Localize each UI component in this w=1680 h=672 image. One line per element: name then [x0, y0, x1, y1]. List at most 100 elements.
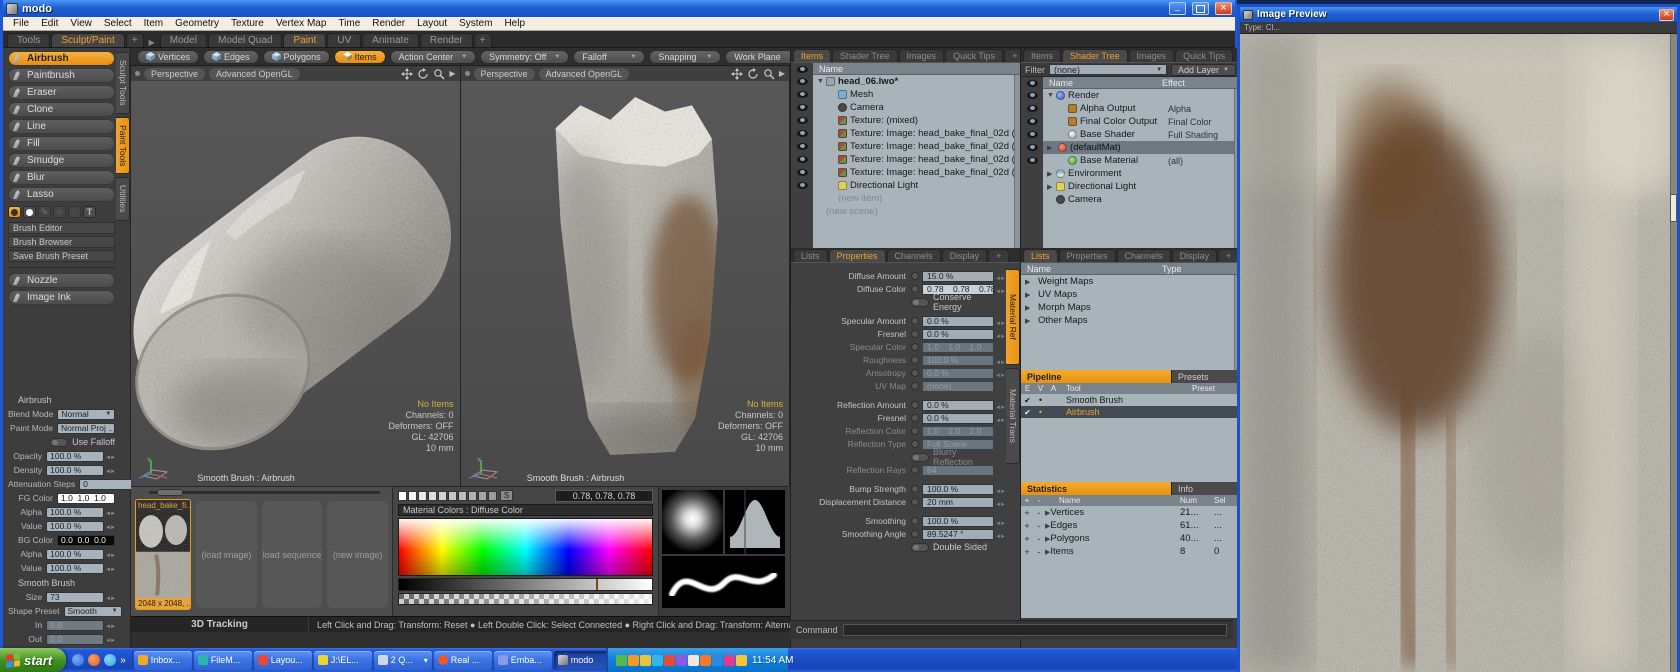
minimize-button[interactable] [1169, 2, 1186, 15]
stepper-icon[interactable] [994, 280, 1005, 298]
menu-view[interactable]: View [64, 18, 98, 29]
statistics-title[interactable]: Statistics [1021, 482, 1171, 495]
quick-launch-icon[interactable] [72, 654, 84, 666]
menu-help[interactable]: Help [498, 18, 531, 29]
uv-map-select[interactable]: (none) [922, 381, 994, 392]
bg-alpha-field[interactable]: 100.0 % [46, 549, 104, 560]
text-brush-icon[interactable]: T [83, 206, 96, 218]
tab-render[interactable]: Render [420, 33, 473, 47]
stat-row-polygons[interactable]: +-Polygons40...... [1021, 532, 1240, 545]
pipeline-title[interactable]: Pipeline [1021, 370, 1171, 383]
tab-quick-tips[interactable]: Quick Tips [945, 49, 1003, 62]
conserve-energy-checkbox[interactable] [911, 298, 929, 307]
expander-icon[interactable] [1025, 304, 1034, 312]
reflection-fresnel-field[interactable]: 0.0 % [922, 413, 994, 424]
menu-texture[interactable]: Texture [225, 18, 270, 29]
tool-airbrush[interactable]: Airbrush [8, 51, 115, 66]
channel-icon[interactable] [911, 530, 919, 538]
start-button[interactable]: start [0, 648, 66, 672]
eye-icon[interactable] [797, 130, 808, 137]
tray-icon[interactable] [700, 655, 711, 666]
channel-icon[interactable] [911, 440, 919, 448]
channel-icon[interactable] [911, 285, 919, 293]
viewport-mode-pill[interactable]: Perspective [474, 68, 535, 80]
modo-titlebar[interactable]: modo [3, 0, 1235, 17]
preview-titlebar[interactable]: Image Preview [1240, 7, 1677, 22]
channel-icon[interactable] [911, 427, 919, 435]
color-swatch[interactable] [458, 491, 467, 501]
channel-icon[interactable] [911, 330, 919, 338]
tool-lasso[interactable]: Lasso [8, 187, 115, 202]
vertices-mode-button[interactable]: Vertices [137, 50, 199, 64]
tool-image-ink[interactable]: Image Ink [8, 290, 115, 305]
brush-editor-button[interactable]: Brush Editor [8, 222, 115, 234]
quick-launch-overflow-icon[interactable]: » [120, 655, 126, 666]
tray-icon[interactable] [664, 655, 675, 666]
diffuse-amount-field[interactable]: 15.0 % [922, 271, 994, 282]
stat-row-vertices[interactable]: +-Vertices21...... [1021, 506, 1240, 519]
color-swatch[interactable] [488, 491, 497, 501]
new-scene-row[interactable]: (new scene) [813, 205, 1020, 218]
shader-row-environment[interactable]: Environment [1043, 167, 1240, 180]
star-brush-icon[interactable]: ☆ [53, 206, 66, 218]
tray-icon[interactable] [652, 655, 663, 666]
displacement-distance-field[interactable]: 20 mm [922, 497, 994, 508]
item-row-mesh[interactable]: Mesh [813, 88, 1020, 101]
item-row-texture[interactable]: Texture: Image: head_bake_final_02d (4) [813, 140, 1020, 153]
tool-clone[interactable]: Clone [8, 102, 115, 117]
tab-lists[interactable]: Lists [793, 249, 828, 262]
zoom-icon[interactable] [433, 68, 445, 80]
smoothing-field[interactable]: 100.0 % [922, 516, 994, 527]
load-image-slot[interactable]: (load image) [196, 501, 257, 608]
color-swatch[interactable] [468, 491, 477, 501]
channel-icon[interactable] [911, 517, 919, 525]
stepper-icon[interactable] [994, 325, 1005, 343]
eye-icon[interactable] [1027, 131, 1038, 138]
color-swatch[interactable] [478, 491, 487, 501]
use-falloff-checkbox[interactable] [50, 438, 68, 447]
color-swatch[interactable] [408, 491, 417, 501]
menu-select[interactable]: Select [98, 18, 138, 29]
spray-brush-icon[interactable]: ◌ [68, 206, 81, 218]
expander-icon[interactable] [817, 78, 826, 85]
in-field[interactable]: 0.0 [46, 620, 104, 631]
side-tab-paint-tools[interactable]: Paint Tools [116, 117, 130, 174]
tab-tools[interactable]: Tools [7, 33, 50, 47]
image-thumbnail-selected[interactable]: head_bake_fi... [135, 499, 191, 610]
task-button-filemaker[interactable]: FileM... [194, 651, 252, 670]
task-button-group[interactable]: 2 Q... [374, 651, 432, 670]
expand-plus-icon[interactable]: + [1021, 534, 1033, 544]
item-row-scene[interactable]: head_06.lwo* [813, 75, 1020, 88]
add-layer-button[interactable]: Add Layer [1171, 64, 1236, 76]
hue-saturation-field[interactable] [398, 518, 653, 576]
eye-icon[interactable] [797, 182, 808, 189]
menu-item[interactable]: Item [138, 18, 169, 29]
pan-icon[interactable] [731, 68, 743, 80]
stepper-icon[interactable] [104, 563, 115, 573]
shader-row-alpha-output[interactable]: Alpha OutputAlpha [1043, 102, 1240, 115]
task-button-folder[interactable]: J:\EL... [314, 651, 372, 670]
task-button-real[interactable]: Real ... [434, 651, 492, 670]
new-item-row[interactable]: (new item) [813, 192, 1020, 205]
zoom-icon[interactable] [763, 68, 775, 80]
tab-channels[interactable]: Channels [887, 249, 941, 262]
tab-display[interactable]: Display [942, 249, 988, 262]
tab-add[interactable]: + [126, 33, 144, 47]
collapse-minus-icon[interactable]: - [1033, 534, 1045, 544]
stepper-icon[interactable] [994, 525, 1005, 543]
color-swatch[interactable] [448, 491, 457, 501]
tab-channels[interactable]: Channels [1117, 249, 1171, 262]
color-swatch[interactable] [398, 491, 407, 501]
blend-mode-select[interactable]: Normal [57, 409, 115, 420]
snapping-dropdown[interactable]: Snapping [649, 50, 721, 64]
menu-vertex-map[interactable]: Vertex Map [270, 18, 333, 29]
expander-icon[interactable] [1047, 144, 1056, 152]
menu-geometry[interactable]: Geometry [169, 18, 225, 29]
task-button-modo[interactable]: modo [554, 651, 612, 670]
enable-check-icon[interactable] [1021, 395, 1034, 405]
collapse-minus-icon[interactable]: - [1033, 521, 1045, 531]
menu-system[interactable]: System [453, 18, 498, 29]
symmetry-dropdown[interactable]: Symmetry: Off [480, 50, 569, 64]
tray-icon[interactable] [712, 655, 723, 666]
stepper-icon[interactable] [104, 592, 115, 602]
